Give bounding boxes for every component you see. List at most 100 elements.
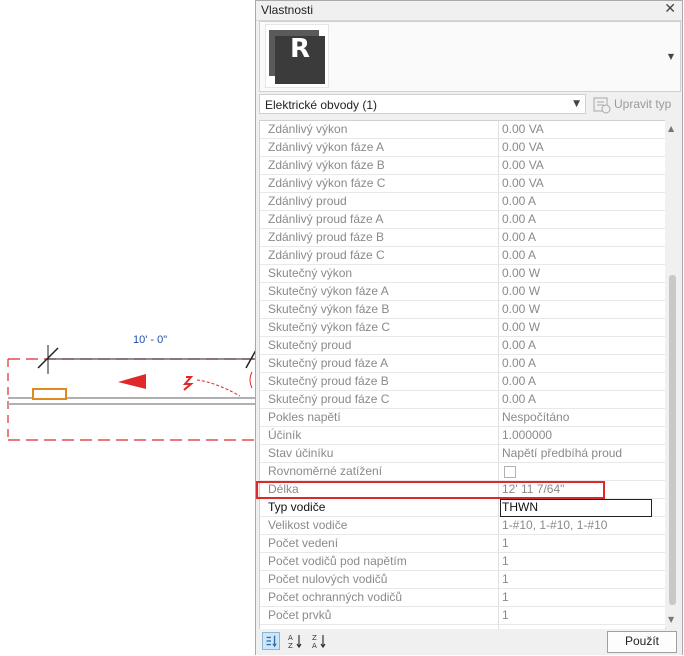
- logo-letter: R: [290, 34, 310, 64]
- svg-text:Z: Z: [288, 642, 293, 650]
- cell-divider: [498, 229, 499, 247]
- property-row[interactable]: Skutečný proud fáze C 0.00 A: [260, 391, 665, 409]
- property-row[interactable]: Skutečný proud 0.00 A: [260, 337, 665, 355]
- scroll-down-icon[interactable]: ▼: [668, 615, 674, 624]
- lightning-icon: [182, 376, 194, 391]
- cell-divider: [498, 499, 499, 517]
- property-checkbox[interactable]: [504, 466, 516, 478]
- property-row[interactable]: Skutečný výkon fáze B 0.00 W: [260, 301, 665, 319]
- preview-dropdown-icon[interactable]: ▼: [668, 52, 674, 61]
- type-preview[interactable]: R ▼: [259, 21, 681, 92]
- property-name: Zdánlivý výkon: [268, 122, 348, 136]
- close-icon[interactable]: ✕: [664, 1, 676, 17]
- scrollbar-thumb[interactable]: [669, 275, 676, 605]
- electrical-device[interactable]: [32, 388, 67, 400]
- cell-divider: [498, 211, 499, 229]
- home-run-arrow: [118, 374, 146, 389]
- apply-button[interactable]: Použít: [607, 631, 677, 653]
- property-row[interactable]: Zdánlivý proud fáze A 0.00 A: [260, 211, 665, 229]
- property-row[interactable]: Skutečný výkon fáze C 0.00 W: [260, 319, 665, 337]
- scroll-up-icon[interactable]: ▲: [668, 124, 674, 133]
- property-name: Zdánlivý proud fáze A: [268, 212, 384, 226]
- property-name: Počet ochranných vodičů: [268, 590, 403, 604]
- property-row[interactable]: Počet nulových vodičů 1: [260, 571, 665, 589]
- property-row[interactable]: Zdánlivý výkon fáze A 0.00 VA: [260, 139, 665, 157]
- property-name: Počet vedení: [268, 536, 339, 550]
- property-name: Pokles napětí: [268, 410, 341, 424]
- sort-ascending-icon[interactable]: A Z: [286, 632, 304, 650]
- property-row[interactable]: Účiník 1.000000: [260, 427, 665, 445]
- property-value: 0.00 W: [502, 320, 541, 334]
- sort-category-icon[interactable]: [262, 632, 280, 650]
- property-row[interactable]: Zdánlivý proud fáze C 0.00 A: [260, 247, 665, 265]
- property-value: 0.00 VA: [502, 122, 544, 136]
- property-value: 0.00 W: [502, 266, 541, 280]
- property-name: Velikost vodiče: [268, 518, 348, 532]
- property-value: 0.00 A: [502, 248, 537, 262]
- properties-palette: Vlastnosti ✕ R ▼ Elektrické obvody (1) ▼…: [255, 0, 683, 655]
- cell-divider: [498, 373, 499, 391]
- cell-divider: [498, 553, 499, 571]
- property-name: Skutečný výkon fáze A: [268, 284, 389, 298]
- type-selector[interactable]: Elektrické obvody (1) ▼: [259, 94, 586, 114]
- property-row[interactable]: Velikost vodiče 1-#10, 1-#10, 1-#10: [260, 517, 665, 535]
- property-row[interactable]: Počet ochranných vodičů 1: [260, 589, 665, 607]
- property-name: Počet nulových vodičů: [268, 572, 388, 586]
- property-row[interactable]: Stav účiníku Napětí předbíhá proud: [260, 445, 665, 463]
- property-name: Zdánlivý výkon fáze B: [268, 158, 385, 172]
- property-row[interactable]: Zdánlivý výkon 0.00 VA: [260, 121, 665, 139]
- property-row[interactable]: Skutečný proud fáze B 0.00 A: [260, 373, 665, 391]
- property-value: 0.00 A: [502, 338, 537, 352]
- sort-descending-icon[interactable]: Z A: [310, 632, 328, 650]
- property-value[interactable]: THWN: [502, 500, 662, 516]
- properties-rows: Zdánlivý výkon 0.00 VA Zdánlivý výkon fáze…: [260, 121, 665, 629]
- cell-divider: [498, 139, 499, 157]
- property-name: Skutečný výkon fáze C: [268, 320, 391, 334]
- property-name: Zdánlivý proud fáze B: [268, 230, 385, 244]
- cell-divider: [498, 463, 499, 481]
- property-row[interactable]: Zdánlivý výkon fáze B 0.00 VA: [260, 157, 665, 175]
- property-name: Skutečný výkon fáze B: [268, 302, 390, 316]
- property-row[interactable]: Skutečný proud fáze A 0.00 A: [260, 355, 665, 373]
- property-name: Typ vodiče: [268, 500, 326, 514]
- circuit-arc: [196, 379, 241, 397]
- cell-divider: [498, 247, 499, 265]
- property-name: Účiník: [268, 428, 302, 442]
- property-name: Skutečný proud fáze B: [268, 374, 389, 388]
- circuit-arc-end: [249, 371, 253, 389]
- cell-divider: [498, 571, 499, 589]
- property-value: 0.00 A: [502, 374, 537, 388]
- property-row[interactable]: Počet vodičů pod napětím 1: [260, 553, 665, 571]
- property-name: Rovnoměrné zatížení: [268, 464, 383, 478]
- palette-titlebar[interactable]: Vlastnosti ✕: [256, 1, 682, 21]
- property-name: Zdánlivý proud fáze C: [268, 248, 385, 262]
- property-row[interactable]: Rovnoměrné zatížení: [260, 463, 665, 481]
- chevron-down-icon[interactable]: ▼: [573, 99, 580, 109]
- property-row[interactable]: Zdánlivý výkon fáze C 0.00 VA: [260, 175, 665, 193]
- property-row[interactable]: Typ vodiče THWN: [260, 499, 665, 517]
- property-value: 1: [502, 572, 509, 586]
- palette-bottombar: A Z Z A Použít: [256, 629, 682, 655]
- property-row[interactable]: Skutečný výkon 0.00 W: [260, 265, 665, 283]
- cell-divider: [498, 445, 499, 463]
- property-name: Skutečný proud fáze C: [268, 392, 390, 406]
- cell-divider: [498, 175, 499, 193]
- cell-divider: [498, 301, 499, 319]
- cell-divider: [498, 391, 499, 409]
- property-row[interactable]: Zdánlivý proud 0.00 A: [260, 193, 665, 211]
- cell-divider: [498, 319, 499, 337]
- property-row[interactable]: Skutečný výkon fáze A 0.00 W: [260, 283, 665, 301]
- property-row[interactable]: Zdánlivý proud fáze B 0.00 A: [260, 229, 665, 247]
- property-name: Skutečný proud: [268, 338, 352, 352]
- property-row[interactable]: Počet vedení 1: [260, 535, 665, 553]
- property-row[interactable]: Pokles napětí Nespočítáno: [260, 409, 665, 427]
- vertical-scrollbar[interactable]: ▲ ▼: [665, 120, 680, 628]
- property-value: 1: [502, 590, 509, 604]
- cell-divider: [498, 157, 499, 175]
- property-value: 0.00 VA: [502, 176, 544, 190]
- cell-divider: [498, 193, 499, 211]
- property-value: 1: [502, 554, 509, 568]
- properties-grid: Zdánlivý výkon 0.00 VA Zdánlivý výkon fáze…: [259, 120, 666, 630]
- property-value: 0.00 VA: [502, 158, 544, 172]
- property-row[interactable]: Počet prvků 1: [260, 607, 665, 625]
